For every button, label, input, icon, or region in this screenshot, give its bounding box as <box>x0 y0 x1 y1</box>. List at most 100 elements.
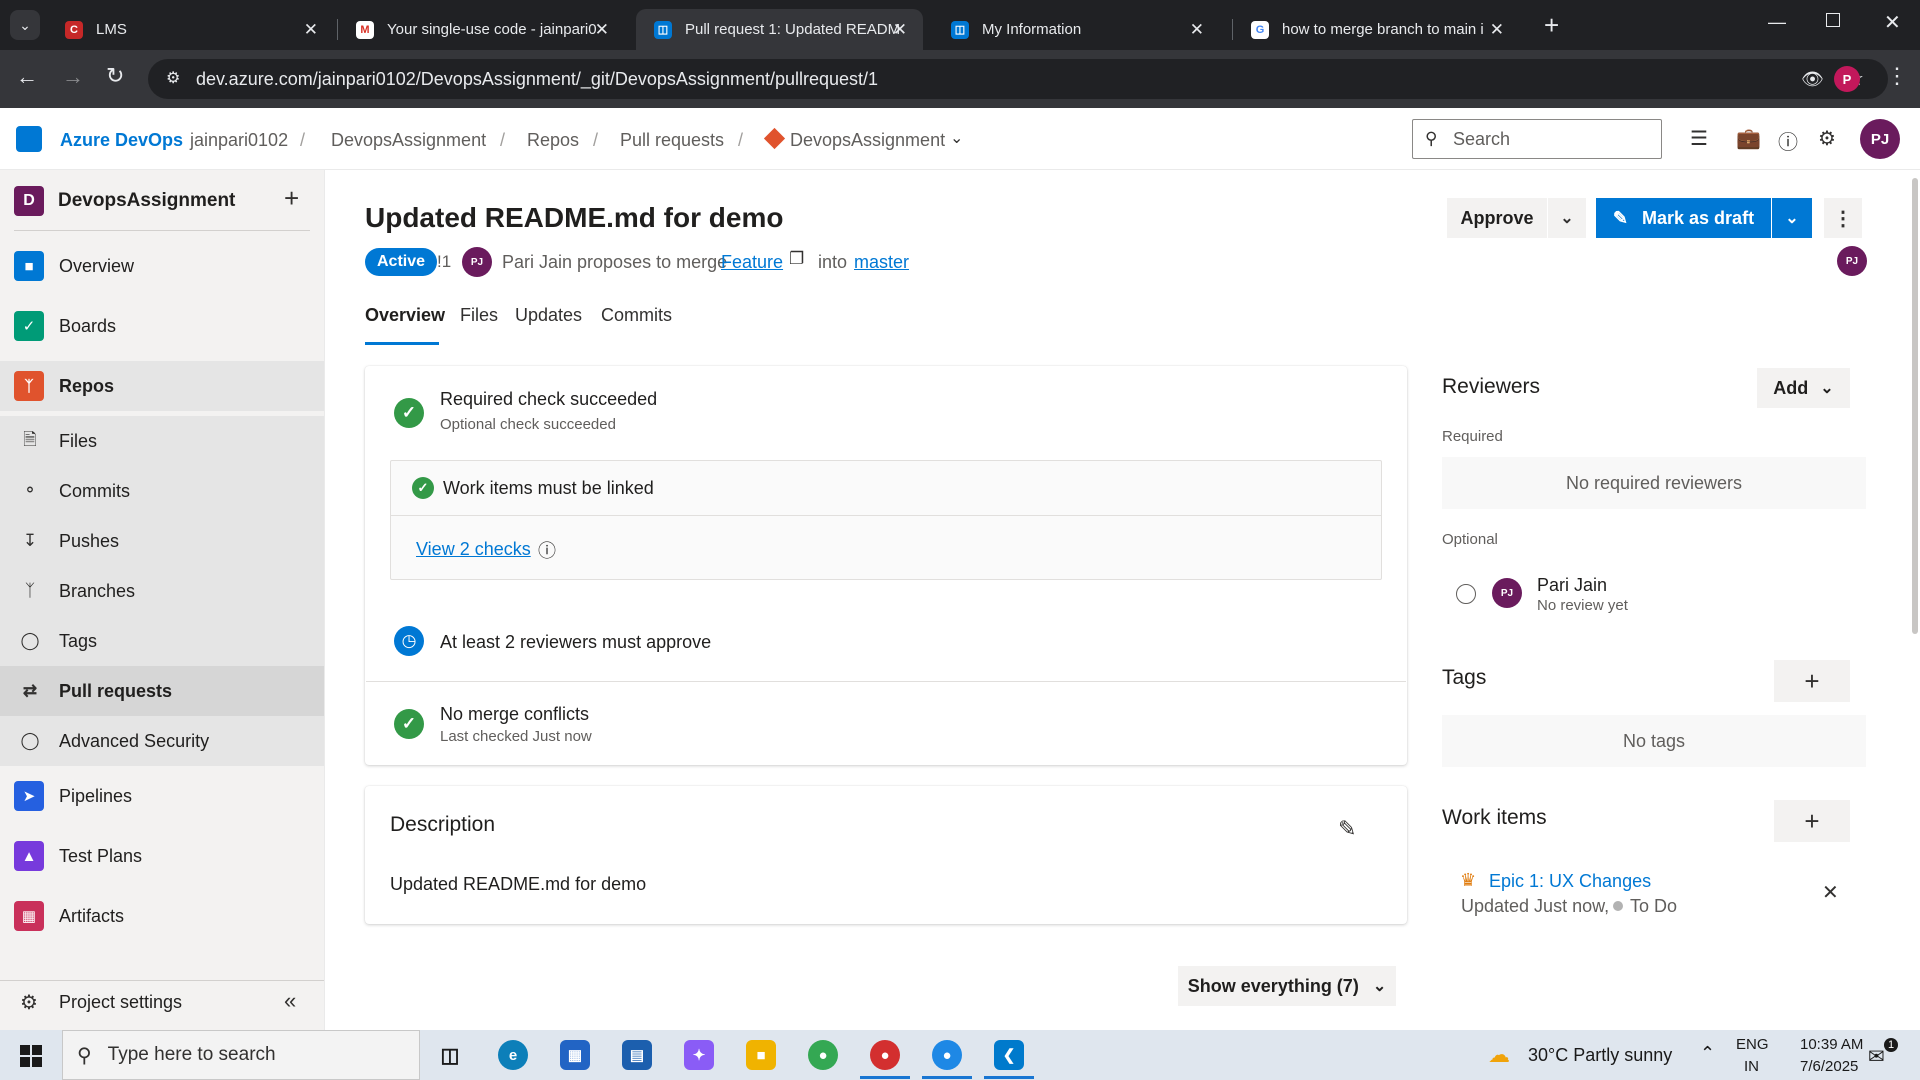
eye-off-icon[interactable]: 👁 <box>1801 59 1824 99</box>
windows-start-icon[interactable] <box>20 1045 42 1067</box>
sidebar-item-pushes[interactable]: ↧ Pushes <box>0 516 324 566</box>
search-input[interactable]: ⚲ Search <box>1412 119 1662 159</box>
product-name[interactable]: Azure DevOps <box>60 130 183 151</box>
collapse-sidebar-icon[interactable]: « <box>284 988 296 1014</box>
approve-options-button[interactable]: ⌄ <box>1548 198 1586 238</box>
sidebar-item-repos[interactable]: ᛉ Repos <box>0 361 324 411</box>
browser-tab-my-information[interactable]: ◫ My Information ✕ <box>933 9 1220 50</box>
chevron-down-icon[interactable]: ⌄ <box>950 128 963 148</box>
add-tag-button[interactable]: + <box>1774 660 1850 702</box>
page-scrollbar[interactable] <box>1912 178 1918 634</box>
user-avatar[interactable]: PJ <box>1860 119 1900 159</box>
close-tab-icon[interactable]: ✕ <box>595 20 609 40</box>
browser-tab-pull-request[interactable]: ◫ Pull request 1: Updated READM ✕ <box>636 9 923 50</box>
sidebar-item-tags[interactable]: ◯ Tags <box>0 616 324 666</box>
sidebar-item-commits[interactable]: ⚬ Commits <box>0 466 324 516</box>
close-tab-icon[interactable]: ✕ <box>304 20 318 40</box>
mark-as-draft-button[interactable]: ✎ Mark as draft <box>1596 198 1771 238</box>
reload-icon[interactable]: ↻ <box>106 63 124 89</box>
file-explorer-icon[interactable]: ■ <box>746 1040 776 1070</box>
tab-updates[interactable]: Updates <box>515 305 582 326</box>
restore-icon[interactable] <box>1826 13 1840 27</box>
add-reviewer-button[interactable]: Add ⌄ <box>1757 368 1850 408</box>
sidebar-item-advanced-security[interactable]: ◯ Advanced Security <box>0 716 324 766</box>
url-bar[interactable]: ⚙ dev.azure.com/jainpari0102/DevopsAssig… <box>148 59 1888 99</box>
more-actions-icon[interactable]: ⋮ <box>1824 198 1862 238</box>
tab-commits[interactable]: Commits <box>601 305 672 326</box>
weather-text[interactable]: 30°C Partly sunny <box>1528 1045 1672 1066</box>
add-icon[interactable]: + <box>284 183 299 214</box>
sidebar-item-overview[interactable]: ■ Overview <box>0 241 324 291</box>
sidebar-item-boards[interactable]: ✓ Boards <box>0 301 324 351</box>
sidebar-item-pipelines[interactable]: ➤ Pipelines <box>0 771 324 821</box>
copilot-icon[interactable]: ✦ <box>684 1040 714 1070</box>
edge-icon[interactable]: e <box>498 1040 528 1070</box>
minimize-icon[interactable]: — <box>1768 12 1786 33</box>
back-icon[interactable]: ← <box>16 64 38 90</box>
project-name[interactable]: DevopsAssignment <box>58 190 235 212</box>
reviewer-vote-radio[interactable] <box>1456 584 1476 604</box>
browser-tab-google[interactable]: G how to merge branch to main i ✕ <box>1233 9 1520 50</box>
optional-label: Optional <box>1442 531 1498 548</box>
copy-icon[interactable]: ❐ <box>789 249 804 269</box>
branch-icon: ᛉ <box>24 581 36 600</box>
browser-tab-lms[interactable]: C LMS ✕ <box>47 9 334 50</box>
task-list-icon[interactable]: ☰ <box>1690 126 1708 151</box>
sidebar-item-files[interactable]: 🗎 Files <box>0 416 324 466</box>
help-icon[interactable]: ⓘ <box>1778 126 1798 155</box>
tray-chevron-up-icon[interactable]: ⌃ <box>1700 1043 1715 1064</box>
user-settings-icon[interactable]: ⚙ <box>1818 126 1836 151</box>
draft-options-button[interactable]: ⌄ <box>1772 198 1812 238</box>
source-branch-link[interactable]: Feature <box>721 252 783 273</box>
breadcrumb-project[interactable]: DevopsAssignment <box>331 130 486 151</box>
tab-search-button[interactable]: ⌄ <box>10 10 40 40</box>
site-info-icon[interactable]: ⚙ <box>166 59 180 99</box>
shopping-bag-icon[interactable]: 💼 <box>1736 126 1761 151</box>
breadcrumb-repository[interactable]: DevopsAssignment <box>790 130 945 151</box>
breadcrumb-pull-requests[interactable]: Pull requests <box>620 130 724 151</box>
project-settings[interactable]: ⚙ Project settings <box>0 977 324 1027</box>
add-work-item-button[interactable]: + <box>1774 800 1850 842</box>
clock-time[interactable]: 10:39 AM <box>1800 1036 1863 1053</box>
azure-devops-logo-icon[interactable] <box>16 126 42 152</box>
tab-files[interactable]: Files <box>460 305 498 326</box>
tab-overview[interactable]: Overview <box>365 305 445 326</box>
chrome-profile-icon[interactable]: ● <box>932 1040 962 1070</box>
target-branch-link[interactable]: master <box>854 252 909 273</box>
language-top[interactable]: ENG <box>1736 1036 1769 1053</box>
close-window-icon[interactable]: ✕ <box>1884 10 1901 35</box>
approve-button[interactable]: Approve <box>1447 198 1547 238</box>
weather-icon[interactable]: ☁ <box>1488 1042 1510 1068</box>
close-tab-icon[interactable]: ✕ <box>893 20 907 40</box>
taskbar-search-input[interactable]: ⚲ Type here to search <box>62 1030 420 1080</box>
show-everything-button[interactable]: Show everything (7) ⌄ <box>1178 966 1396 1006</box>
chrome-icon[interactable]: ● <box>808 1040 838 1070</box>
sidebar-item-artifacts[interactable]: ▦ Artifacts <box>0 891 324 941</box>
task-view-icon[interactable]: ◫ <box>435 1040 465 1070</box>
reviewer-status: No review yet <box>1537 597 1628 614</box>
org-name[interactable]: jainpari0102 <box>190 130 288 151</box>
browser-menu-icon[interactable]: ⋮ <box>1886 63 1908 89</box>
store-icon[interactable]: ▦ <box>560 1040 590 1070</box>
forward-icon[interactable]: → <box>62 64 84 90</box>
vscode-icon[interactable]: ❮ <box>994 1040 1024 1070</box>
notification-icon[interactable]: ✉ <box>1868 1044 1885 1069</box>
info-icon[interactable]: ⓘ <box>538 537 556 563</box>
new-tab-icon[interactable]: + <box>1544 10 1559 41</box>
browser-profile-avatar[interactable]: P <box>1834 66 1860 92</box>
sidebar-item-branches[interactable]: ᛉ Branches <box>0 566 324 616</box>
chrome-profile-icon[interactable]: ● <box>870 1040 900 1070</box>
work-item-link[interactable]: Epic 1: UX Changes <box>1489 871 1651 892</box>
news-icon[interactable]: ▤ <box>622 1040 652 1070</box>
state-dot <box>1613 901 1623 911</box>
view-checks-link[interactable]: View 2 checks <box>416 539 531 560</box>
sidebar-item-pull-requests[interactable]: ⇄ Pull requests <box>0 666 324 716</box>
reviewer-name[interactable]: Pari Jain <box>1537 575 1607 596</box>
close-tab-icon[interactable]: ✕ <box>1490 20 1504 40</box>
close-tab-icon[interactable]: ✕ <box>1190 20 1204 40</box>
breadcrumb-repos[interactable]: Repos <box>527 130 579 151</box>
sidebar-item-test-plans[interactable]: ▲ Test Plans <box>0 831 324 881</box>
remove-work-item-icon[interactable]: ✕ <box>1822 880 1839 905</box>
edit-pencil-icon[interactable]: ✎ <box>1338 816 1356 842</box>
browser-tab-gmail[interactable]: M Your single-use code - jainpari0 ✕ <box>338 9 625 50</box>
